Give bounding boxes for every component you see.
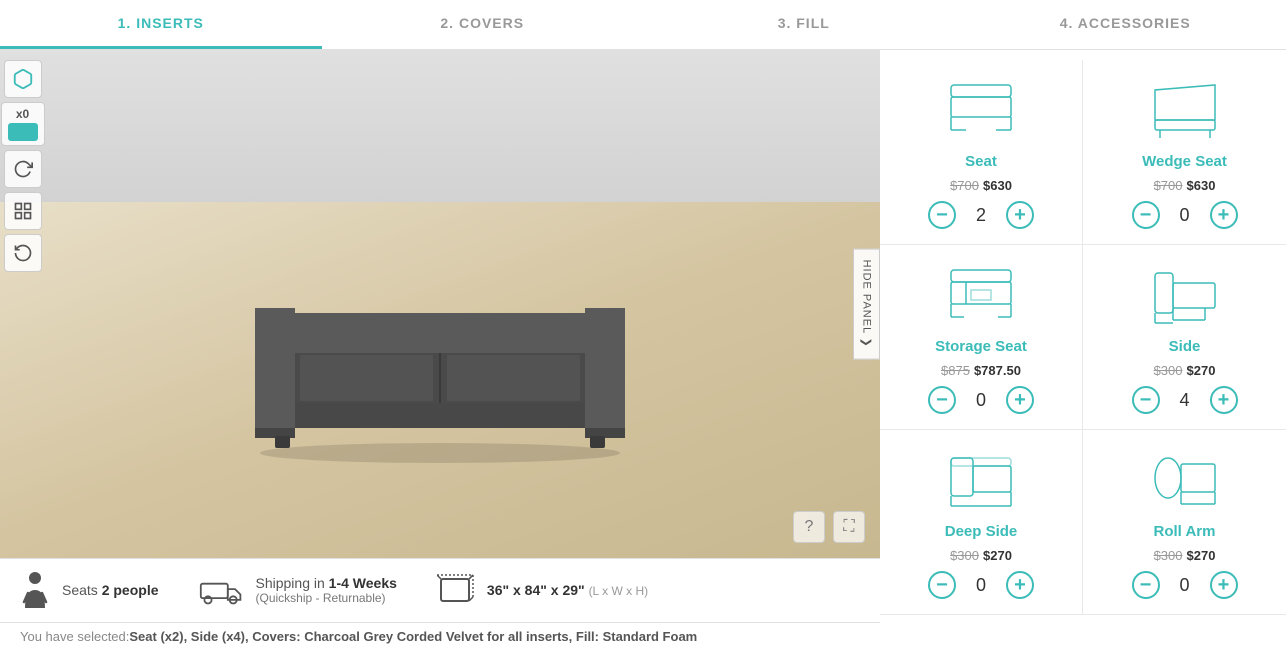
quantity-control: −0 + — [1132, 201, 1238, 229]
original-price: $700 — [950, 178, 979, 193]
original-price: $300 — [1154, 548, 1183, 563]
left-toolbar: x0 — [0, 50, 45, 558]
insert-price: $300 $270 — [950, 548, 1012, 563]
decrease-quantity-button[interactable]: − — [928, 201, 956, 229]
quantity-value: 0 — [971, 575, 991, 596]
sofa-3d-view — [215, 253, 665, 478]
dimensions-text: 36" x 84" x 29" (L x W x H) — [487, 582, 648, 598]
quantity-value: 4 — [1175, 390, 1195, 411]
insert-cell-storage-seat: Storage Seat $875 $787.50 −0 + — [880, 245, 1083, 430]
decrease-quantity-button[interactable]: − — [1132, 201, 1160, 229]
insert-name: Seat — [965, 153, 997, 170]
tab-fill[interactable]: 3. FILL — [643, 0, 965, 49]
insert-cell-seat: Seat $700 $630 −2 + — [880, 60, 1083, 245]
insert-cell-roll-arm: Roll Arm $300 $270 −0 + — [1083, 430, 1286, 615]
insert-icon-roll-arm — [1145, 445, 1225, 515]
chevron-right-icon: ❯ — [860, 338, 873, 348]
insert-icon-storage-seat — [941, 260, 1021, 330]
quantity-value: 0 — [1175, 205, 1195, 226]
insert-icon-side — [1145, 260, 1225, 330]
decrease-quantity-button[interactable]: − — [1132, 386, 1160, 414]
3d-view-button[interactable] — [4, 60, 42, 98]
grid-button[interactable] — [4, 192, 42, 230]
decrease-quantity-button[interactable]: − — [928, 571, 956, 599]
shipping-info: Shipping in 1-4 Weeks (Quickship - Retur… — [199, 575, 397, 605]
sale-price: $630 — [1187, 178, 1216, 193]
insert-icon-deep-side — [941, 445, 1021, 515]
reset-button[interactable] — [4, 234, 42, 272]
increase-quantity-button[interactable]: + — [1210, 386, 1238, 414]
top-navigation: 1. INSERTS 2. COVERS 3. FILL 4. ACCESSOR… — [0, 0, 1286, 50]
corner-help: ? ⛶ — [793, 511, 865, 543]
quantity-control: −0 + — [1132, 571, 1238, 599]
quantity-value: 0 — [971, 390, 991, 411]
dimensions-info: 36" x 84" x 29" (L x W x H) — [437, 571, 648, 609]
viewer-wrapper: x0 — [0, 50, 880, 558]
decrease-quantity-button[interactable]: − — [928, 386, 956, 414]
insert-price: $300 $270 — [1154, 548, 1216, 563]
rotate-button[interactable] — [4, 150, 42, 188]
fullscreen-button[interactable]: ⛶ — [833, 511, 865, 543]
increase-quantity-button[interactable]: + — [1006, 386, 1034, 414]
insert-name: Storage Seat — [935, 338, 1027, 355]
help-button[interactable]: ? — [793, 511, 825, 543]
main-layout: x0 — [0, 50, 1286, 650]
sale-price: $270 — [983, 548, 1012, 563]
quantity-control: −4 + — [1132, 386, 1238, 414]
person-icon — [20, 570, 50, 610]
sale-price: $270 — [1187, 363, 1216, 378]
hide-panel-button[interactable]: HIDE PANEL ❯ — [853, 248, 880, 359]
insert-cell-side: Side $300 $270 −4 + — [1083, 245, 1286, 430]
insert-icon-wedge-seat — [1145, 75, 1225, 145]
right-panel: Seat$700$630−2+ Wedge Seat$700$630−0+ St… — [880, 50, 1286, 650]
tab-inserts[interactable]: 1. INSERTS — [0, 0, 322, 49]
sale-price: $787.50 — [974, 363, 1021, 378]
insert-name: Deep Side — [945, 523, 1018, 540]
x0-label: x0 — [16, 107, 29, 121]
original-price: $875 — [941, 363, 970, 378]
sale-price: $270 — [1187, 548, 1216, 563]
insert-name: Wedge Seat — [1142, 153, 1227, 170]
hide-panel-label: HIDE PANEL — [861, 259, 873, 334]
seats-info: Seats 2 people — [20, 570, 159, 610]
sale-price: $630 — [983, 178, 1012, 193]
quantity-control: −2 + — [928, 201, 1034, 229]
increase-quantity-button[interactable]: + — [1210, 571, 1238, 599]
selection-info: You have selected: Seat (x2), Side (x4),… — [0, 622, 880, 650]
truck-icon — [199, 575, 244, 605]
quantity-control: −0 + — [928, 386, 1034, 414]
insert-cell-deep-side: Deep Side $300 $270 −0 + — [880, 430, 1083, 615]
color-swatch — [8, 123, 38, 141]
insert-name: Side — [1169, 338, 1201, 355]
insert-cell-wedge-seat: Wedge Seat $700 $630 −0 + — [1083, 60, 1286, 245]
tab-accessories[interactable]: 4. ACCESSORIES — [965, 0, 1286, 49]
viewer-wall — [0, 50, 880, 228]
increase-quantity-button[interactable]: + — [1006, 571, 1034, 599]
info-bar: Seats 2 people Shipping in 1-4 Weeks — [0, 558, 880, 623]
increase-quantity-button[interactable]: + — [1210, 201, 1238, 229]
seats-text: Seats 2 people — [62, 582, 159, 598]
original-price: $300 — [1154, 363, 1183, 378]
quantity-value: 0 — [1175, 575, 1195, 596]
inserts-grid: Seat$700$630−2+ Wedge Seat$700$630−0+ St… — [880, 60, 1286, 615]
quantity-value: 2 — [971, 205, 991, 226]
increase-quantity-button[interactable]: + — [1006, 201, 1034, 229]
shipping-text: Shipping in 1-4 Weeks — [256, 575, 397, 591]
insert-price: $700 $630 — [950, 178, 1012, 193]
tab-covers[interactable]: 2. COVERS — [322, 0, 644, 49]
insert-price: $875 $787.50 — [941, 363, 1021, 378]
dimensions-icon — [437, 571, 475, 609]
shipping-sub: (Quickship - Returnable) — [256, 591, 397, 605]
insert-icon-seat — [941, 75, 1021, 145]
quantity-control: −0 + — [928, 571, 1034, 599]
insert-price: $700 $630 — [1154, 178, 1216, 193]
original-price: $300 — [950, 548, 979, 563]
insert-name: Roll Arm — [1154, 523, 1216, 540]
insert-price: $300 $270 — [1154, 363, 1216, 378]
original-price: $700 — [1154, 178, 1183, 193]
left-panel: x0 — [0, 50, 880, 650]
decrease-quantity-button[interactable]: − — [1132, 571, 1160, 599]
